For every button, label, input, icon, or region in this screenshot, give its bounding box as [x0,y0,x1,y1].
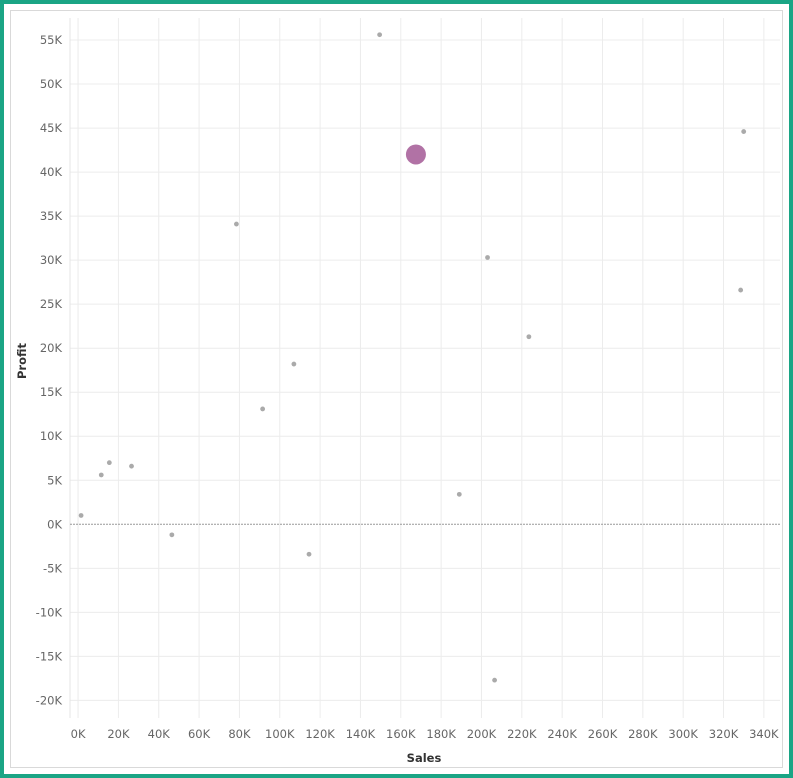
y-tick-label: 20K [40,341,63,355]
x-tick-label: 220K [507,727,537,741]
y-tick-label: 10K [40,429,63,443]
x-tick-label: 80K [228,727,251,741]
x-tick-label: 140K [346,727,376,741]
y-tick-label: 40K [40,165,63,179]
x-tick-label: 40K [148,727,171,741]
data-point [98,472,104,478]
data-point [260,406,266,412]
x-axis-ticks: 0K 20K 40K 60K 80K 100K 120K 140K 160K 180K 200K 22… [71,727,779,741]
y-tick-label: 0K [47,517,62,531]
x-tick-label: 160K [386,727,416,741]
data-points [78,32,747,683]
x-tick-label: 240K [547,727,577,741]
y-tick-label: 55K [40,33,63,47]
y-tick-label: 15K [40,385,63,399]
y-tick-label: 45K [40,121,63,135]
y-tick-label: -10K [36,605,63,619]
x-tick-label: 20K [107,727,130,741]
x-tick-label: 320K [709,727,739,741]
x-tick-label: 0K [71,727,86,741]
x-tick-label: 300K [668,727,698,741]
x-tick-label: 260K [588,727,618,741]
data-point [377,32,383,38]
y-tick-label: 25K [40,297,63,311]
y-tick-label: 35K [40,209,63,223]
x-tick-label: 280K [628,727,658,741]
y-tick-label: 50K [40,77,63,91]
data-point [169,532,175,538]
x-tick-label: 100K [265,727,295,741]
x-tick-label: 180K [426,727,456,741]
x-tick-label: 340K [749,727,779,741]
data-point [485,255,490,260]
x-tick-label: 120K [305,727,335,741]
data-point [492,677,497,683]
y-tick-label: 30K [40,253,63,267]
x-axis-title: Sales [407,751,442,765]
data-point [741,129,747,134]
data-point [234,221,239,227]
y-tick-label: -5K [43,561,62,575]
y-tick-label: 5K [47,473,62,487]
data-point [78,513,84,518]
x-tick-label: 60K [188,727,211,741]
data-point [129,463,134,469]
data-point [306,551,312,557]
y-axis-title: Profit [15,342,29,379]
data-point [291,361,297,367]
grid [69,18,780,718]
x-tick-label: 200K [467,727,497,741]
data-point [526,334,532,340]
scatter-chart: -20K -15K -10K -5K 0K 5K 10K 15K 20K 25K 30K 35K 40K… [15,18,780,765]
highlighted-point [405,144,426,165]
data-point [106,460,112,466]
y-tick-label: -15K [36,649,63,663]
y-tick-label: -20K [36,693,63,707]
data-point [456,491,462,497]
data-point [738,287,744,293]
y-axis-ticks: -20K -15K -10K -5K 0K 5K 10K 15K 20K 25K 30K 35K 40K… [36,33,63,707]
